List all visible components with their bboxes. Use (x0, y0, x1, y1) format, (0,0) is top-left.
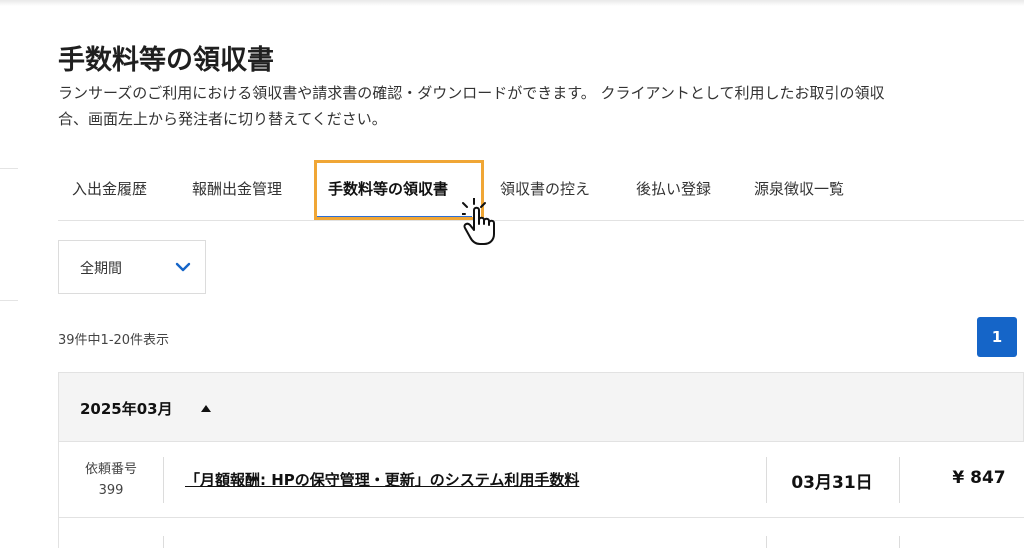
tab-reward-withdrawal[interactable]: 報酬出金管理 (192, 166, 282, 212)
table-row: 依頼番号 399 「月額報酬: HPの保守管理・更新」のシステム利用手数料 03… (58, 442, 1024, 518)
column-divider (163, 457, 164, 503)
caret-up-icon (201, 405, 211, 412)
receipt-date: 03月31日 (791, 473, 873, 493)
page-title: 手数料等の領収書 (58, 45, 274, 76)
month-group-label: 2025年03月 (80, 400, 173, 418)
column-divider (899, 457, 900, 503)
tab-deposit-withdrawal-history[interactable]: 入出金履歴 (72, 166, 147, 212)
table-row (58, 518, 1024, 548)
sidebar-divider (0, 168, 18, 169)
top-edge-shadow (0, 0, 1024, 6)
period-select-label: 全期間 (80, 261, 122, 277)
hand-pointer-cursor-icon (462, 198, 495, 245)
tab-bar: 入出金履歴 報酬出金管理 手数料等の領収書 領収書の控え 後払い登録 源泉徴収一… (58, 166, 1024, 221)
request-number-label: 依頼番号 (84, 462, 137, 477)
period-select[interactable]: 全期間 (58, 240, 206, 294)
description-line: ランサーズのご利用における領収書や請求書の確認・ダウンロードができます。 クライ… (58, 84, 885, 102)
receipt-title-link[interactable]: 「月額報酬: HPの保守管理・更新」のシステム利用手数料 (185, 469, 579, 490)
description-line: 合、画面左上から発注者に切り替えてください。 (58, 110, 387, 128)
tab-withholding-list[interactable]: 源泉徴収一覧 (754, 166, 844, 212)
sidebar-divider (0, 300, 18, 301)
result-count: 39件中1-20件表示 (58, 333, 170, 348)
pagination-page-button[interactable]: 1 (977, 317, 1017, 357)
tab-deferred-payment[interactable]: 後払い登録 (636, 166, 711, 212)
request-number: 399 (98, 483, 124, 498)
chevron-down-icon (175, 262, 191, 272)
month-group-header[interactable]: 2025年03月 (58, 372, 1024, 442)
page-description: ランサーズのご利用における領収書や請求書の確認・ダウンロードができます。 クライ… (58, 80, 1024, 132)
receipt-amount: ¥ 847 (952, 468, 1006, 488)
tab-highlight-box (314, 160, 484, 220)
